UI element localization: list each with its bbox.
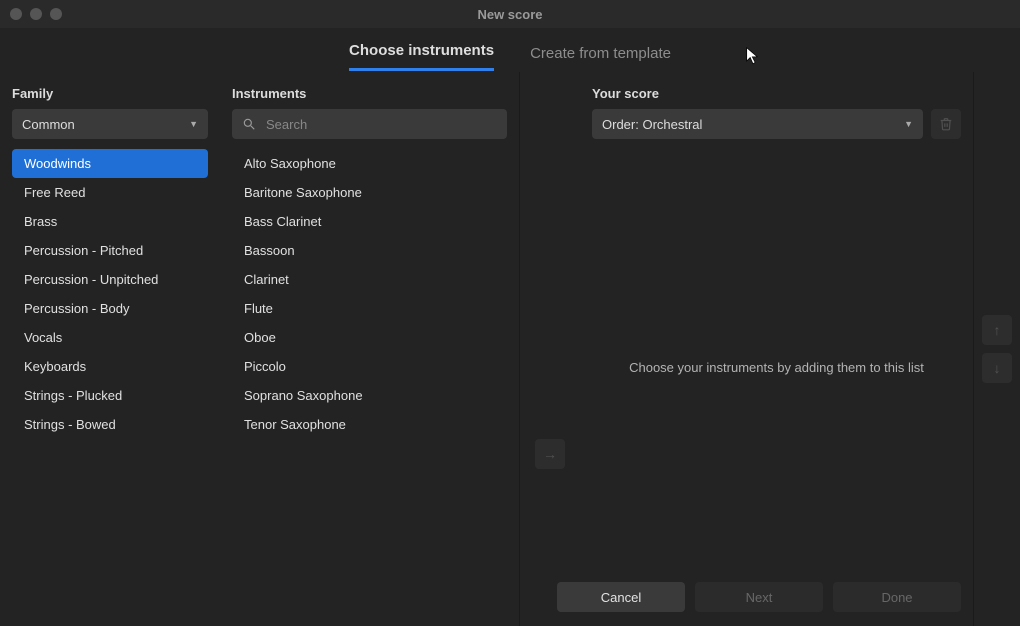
- move-down-button[interactable]: ↓: [982, 353, 1012, 383]
- instrument-item[interactable]: Soprano Saxophone: [232, 381, 507, 410]
- instrument-item[interactable]: Bassoon: [232, 236, 507, 265]
- titlebar: New score: [0, 0, 1020, 28]
- family-item[interactable]: Percussion - Body: [12, 294, 208, 323]
- family-item[interactable]: Strings - Bowed: [12, 410, 208, 439]
- instrument-item[interactable]: Alto Saxophone: [232, 149, 507, 178]
- family-dropdown[interactable]: Common ▼: [12, 109, 208, 139]
- minimize-icon[interactable]: [30, 8, 42, 20]
- tab-bar: Choose instruments Create from template: [0, 28, 1020, 72]
- trash-icon: [939, 117, 953, 131]
- cancel-button[interactable]: Cancel: [557, 582, 685, 612]
- instruments-panel: Instruments Alto SaxophoneBaritone Saxop…: [220, 72, 520, 626]
- family-list: WoodwindsFree ReedBrassPercussion - Pitc…: [8, 149, 212, 439]
- arrow-up-icon: ↑: [994, 322, 1001, 338]
- score-header: Your score: [588, 86, 965, 109]
- next-button[interactable]: Next: [695, 582, 823, 612]
- reorder-panel: ↑ ↓: [974, 72, 1020, 626]
- instruments-list: Alto SaxophoneBaritone SaxophoneBass Cla…: [228, 149, 511, 439]
- add-panel: →: [520, 72, 580, 626]
- family-item[interactable]: Woodwinds: [12, 149, 208, 178]
- family-item[interactable]: Keyboards: [12, 352, 208, 381]
- instrument-item[interactable]: Baritone Saxophone: [232, 178, 507, 207]
- zoom-icon[interactable]: [50, 8, 62, 20]
- family-dropdown-value: Common: [22, 117, 75, 132]
- instrument-item[interactable]: Bass Clarinet: [232, 207, 507, 236]
- family-panel: Family Common ▼ WoodwindsFree ReedBrassP…: [0, 72, 220, 626]
- family-header: Family: [8, 86, 212, 109]
- family-item[interactable]: Vocals: [12, 323, 208, 352]
- score-order-value: Order: Orchestral: [602, 117, 702, 132]
- add-instrument-button[interactable]: →: [535, 439, 565, 469]
- dialog-footer: Cancel Next Done: [557, 582, 961, 612]
- window-controls[interactable]: [0, 8, 62, 20]
- delete-instrument-button[interactable]: [931, 109, 961, 139]
- family-item[interactable]: Percussion - Unpitched: [12, 265, 208, 294]
- instrument-search-input[interactable]: [266, 117, 499, 132]
- arrow-right-icon: →: [543, 446, 557, 462]
- family-item[interactable]: Strings - Plucked: [12, 381, 208, 410]
- score-empty-message: Choose your instruments by adding them t…: [580, 360, 973, 375]
- score-order-dropdown[interactable]: Order: Orchestral ▼: [592, 109, 923, 139]
- window-title: New score: [0, 7, 1020, 22]
- instrument-item[interactable]: Oboe: [232, 323, 507, 352]
- done-button[interactable]: Done: [833, 582, 961, 612]
- move-up-button[interactable]: ↑: [982, 315, 1012, 345]
- instrument-item[interactable]: Piccolo: [232, 352, 507, 381]
- score-panel: Your score Order: Orchestral ▼ Choose yo…: [580, 72, 974, 626]
- chevron-down-icon: ▼: [189, 119, 198, 129]
- instrument-item[interactable]: Tenor Saxophone: [232, 410, 507, 439]
- instrument-search[interactable]: [232, 109, 507, 139]
- chevron-down-icon: ▼: [904, 119, 913, 129]
- instrument-item[interactable]: Flute: [232, 294, 507, 323]
- family-item[interactable]: Free Reed: [12, 178, 208, 207]
- close-icon[interactable]: [10, 8, 22, 20]
- instruments-header: Instruments: [228, 86, 511, 109]
- arrow-down-icon: ↓: [994, 360, 1001, 376]
- search-icon: [242, 117, 256, 131]
- tab-choose-instruments[interactable]: Choose instruments: [349, 32, 494, 71]
- family-item[interactable]: Brass: [12, 207, 208, 236]
- tab-create-from-template[interactable]: Create from template: [530, 35, 671, 71]
- family-item[interactable]: Percussion - Pitched: [12, 236, 208, 265]
- instrument-item[interactable]: Clarinet: [232, 265, 507, 294]
